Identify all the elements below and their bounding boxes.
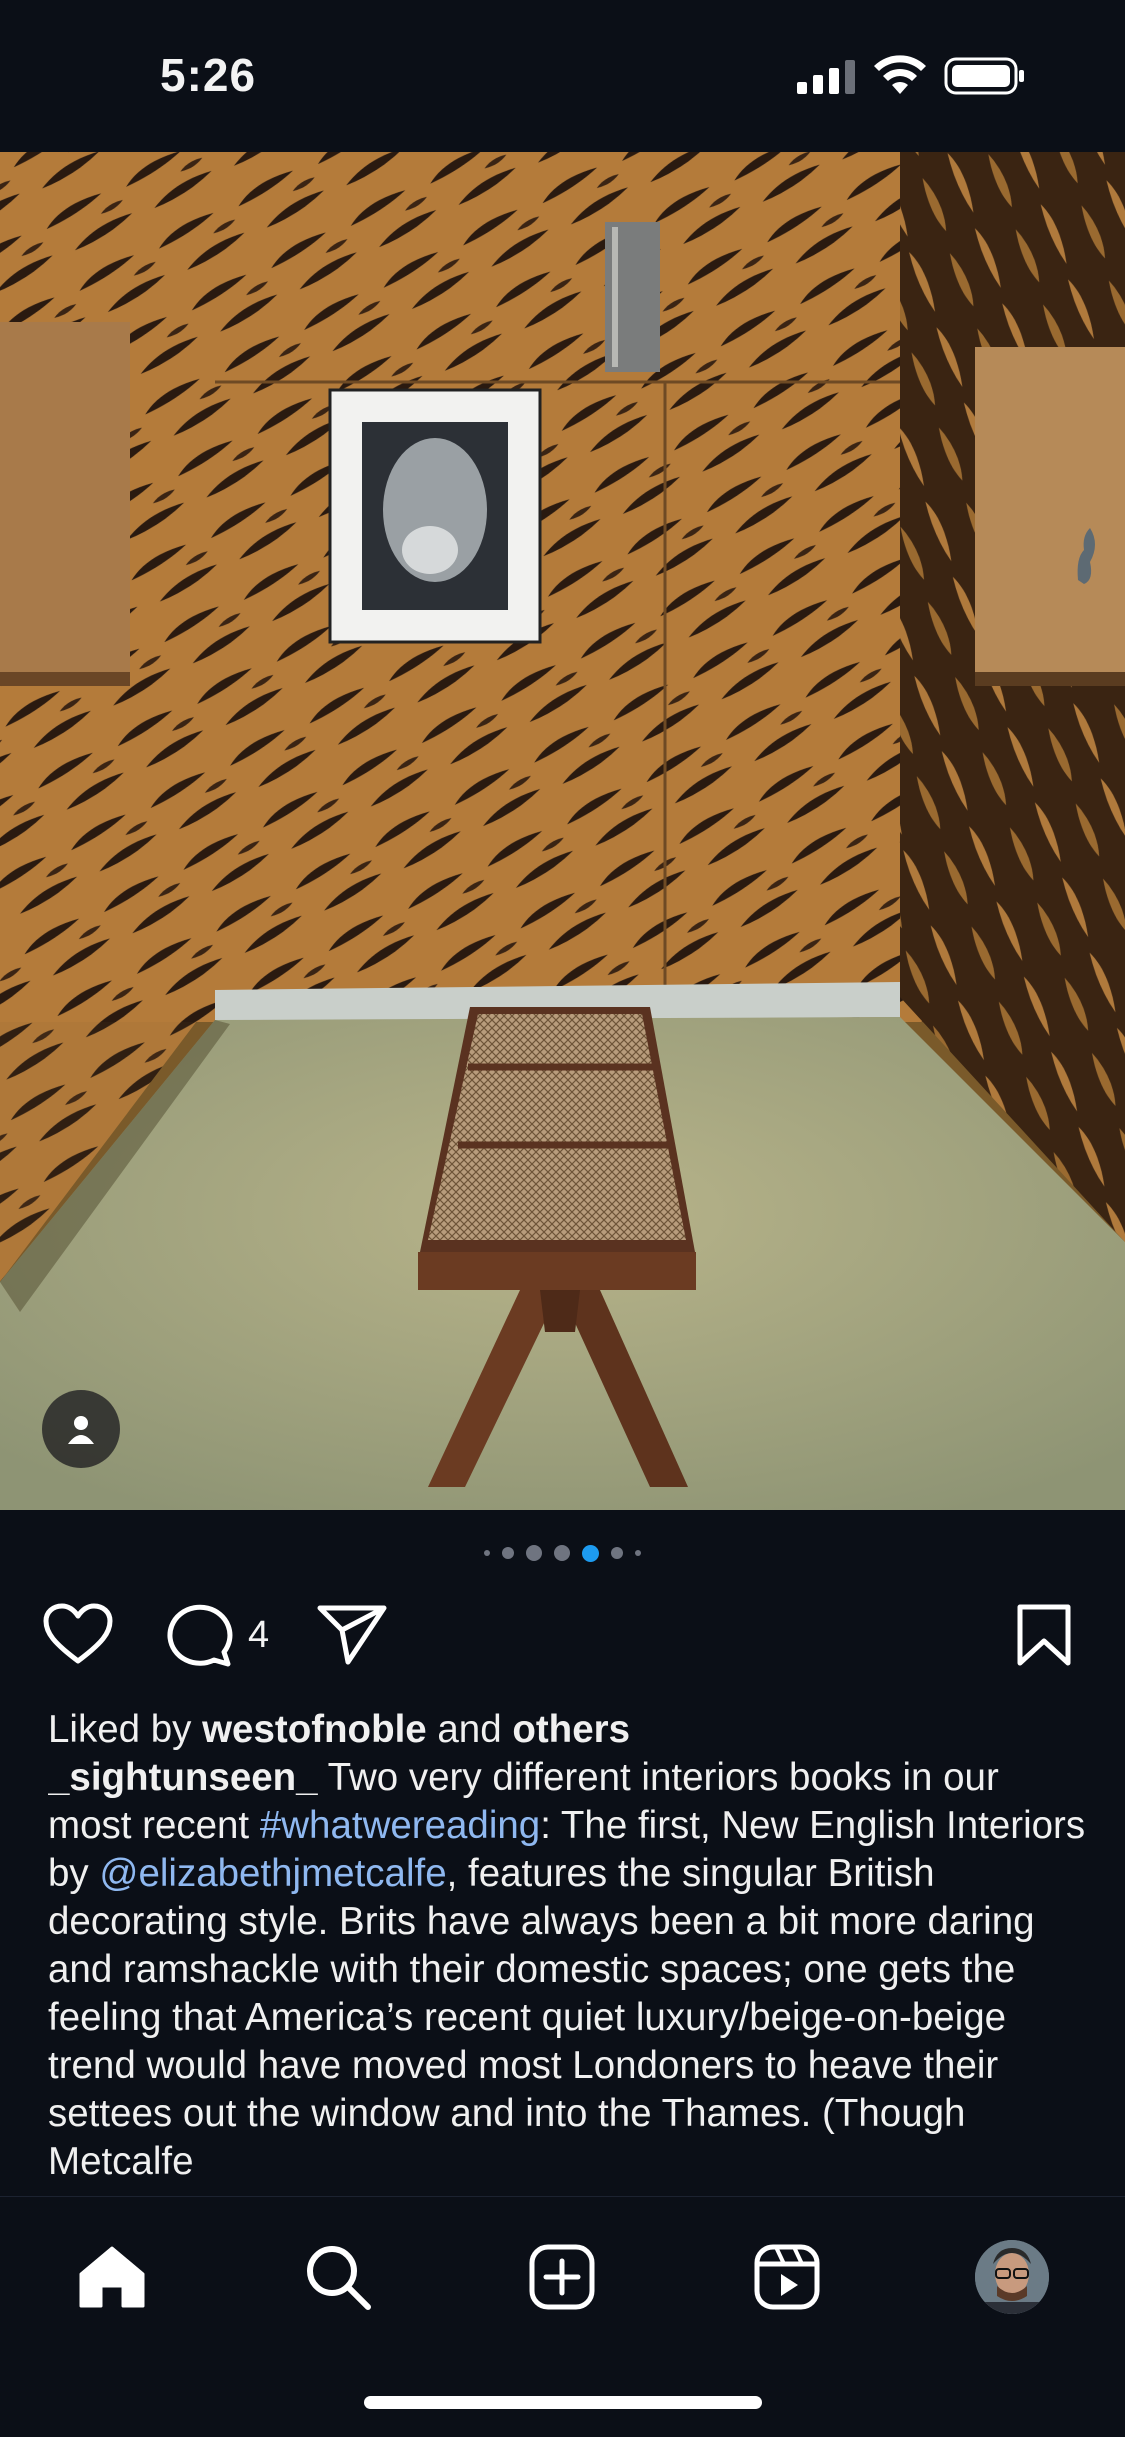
paper-plane-icon bbox=[317, 1605, 387, 1665]
liked-by-others-link[interactable]: others bbox=[512, 1708, 630, 1751]
profile-photo bbox=[975, 2240, 1049, 2314]
home-icon bbox=[79, 2246, 145, 2308]
like-button[interactable] bbox=[42, 1600, 114, 1670]
comment-icon bbox=[167, 1604, 233, 1667]
plus-square-icon bbox=[529, 2244, 595, 2310]
carousel-dot bbox=[554, 1545, 570, 1561]
search-icon bbox=[307, 2246, 371, 2310]
likes-line: Liked by westofnoble and others bbox=[48, 1706, 1088, 1754]
comment-button[interactable]: 4 bbox=[164, 1600, 269, 1670]
room-photo bbox=[0, 152, 1125, 1510]
wifi-icon bbox=[874, 55, 926, 94]
carousel-dot bbox=[484, 1550, 490, 1556]
carousel-dot bbox=[526, 1545, 542, 1561]
reels-icon bbox=[754, 2244, 820, 2310]
comment-count: 4 bbox=[248, 1613, 270, 1656]
carousel-dot-active bbox=[582, 1544, 599, 1562]
tagged-people-button[interactable] bbox=[42, 1390, 120, 1468]
post-actions: 4 bbox=[0, 1600, 1125, 1670]
carousel-indicator bbox=[0, 1543, 1125, 1563]
hashtag-link[interactable]: #whatwereading bbox=[260, 1804, 540, 1847]
home-indicator bbox=[364, 2396, 762, 2409]
post-caption: Liked by westofnoble and others _sightun… bbox=[48, 1706, 1088, 2194]
caption-username-link[interactable]: _sightunseen_ bbox=[48, 1756, 318, 1799]
caption-text: , features the singular British decorati… bbox=[48, 1852, 1035, 2183]
tab-home[interactable] bbox=[72, 2237, 152, 2317]
tab-reels[interactable] bbox=[747, 2237, 827, 2317]
carousel-dot bbox=[611, 1547, 623, 1559]
status-time: 5:26 bbox=[160, 49, 257, 101]
save-button[interactable] bbox=[1016, 1600, 1072, 1670]
likes-prefix: Liked by bbox=[48, 1708, 203, 1751]
carousel-dot bbox=[635, 1550, 641, 1556]
status-bar: 5:26 bbox=[0, 0, 1125, 152]
avatar bbox=[975, 2240, 1049, 2314]
tab-create[interactable] bbox=[522, 2237, 602, 2317]
heart-icon bbox=[43, 1603, 113, 1664]
post-image[interactable] bbox=[0, 152, 1125, 1510]
carousel-dot bbox=[502, 1547, 514, 1559]
person-icon bbox=[68, 1416, 94, 1444]
share-button[interactable] bbox=[316, 1600, 388, 1670]
mention-link[interactable]: @elizabethjmetcalfe bbox=[99, 1852, 446, 1895]
tab-search[interactable] bbox=[298, 2237, 378, 2317]
cellular-signal-icon bbox=[797, 60, 855, 94]
tab-profile[interactable] bbox=[972, 2237, 1052, 2317]
liked-by-user-link[interactable]: westofnoble bbox=[202, 1708, 427, 1751]
likes-and: and bbox=[426, 1708, 513, 1751]
bookmark-icon bbox=[1017, 1604, 1071, 1666]
battery-icon bbox=[944, 57, 1024, 95]
caption-body: _sightunseen_ Two very different interio… bbox=[48, 1754, 1088, 2194]
